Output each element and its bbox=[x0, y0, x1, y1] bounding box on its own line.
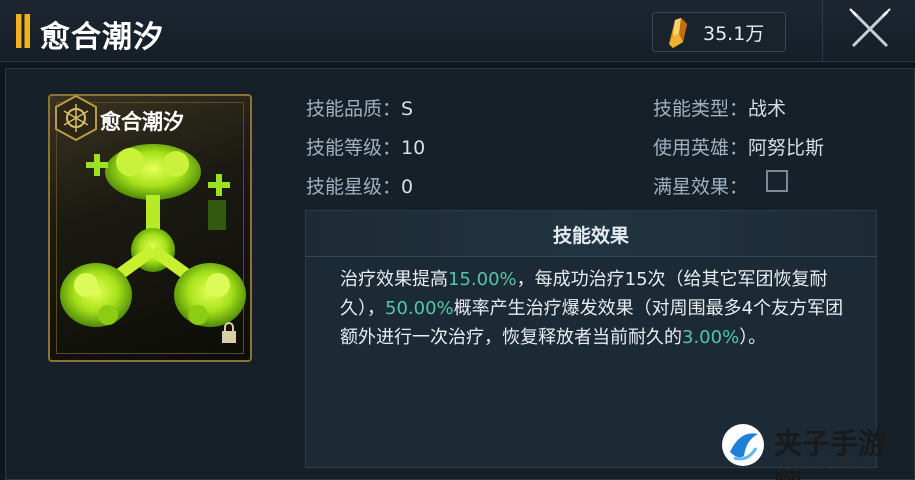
max-star-checkbox[interactable] bbox=[766, 170, 788, 192]
info-hero: 使用英雄：阿努比斯 bbox=[653, 133, 824, 160]
effect-header: 技能效果 bbox=[306, 211, 876, 257]
effect-text-part: ）。 bbox=[739, 327, 767, 348]
close-button[interactable] bbox=[845, 6, 895, 52]
info-quality: 技能品质：S bbox=[306, 94, 413, 121]
info-type: 技能类型：战术 bbox=[653, 94, 786, 121]
title-accent-bar bbox=[16, 14, 30, 48]
currency-value: 35.1万 bbox=[703, 22, 765, 45]
effect-highlight: 50.00% bbox=[385, 298, 454, 319]
effect-description: 治疗效果提高15.00%，每成功治疗15次（给其它军团恢复耐久），50.00%概… bbox=[340, 265, 860, 352]
currency-display[interactable]: 35.1万 bbox=[652, 12, 786, 52]
top-bar: 愈合潮汐 35.1万 bbox=[0, 0, 915, 62]
effect-title: 技能效果 bbox=[552, 225, 629, 247]
info-label: 技能星级： bbox=[306, 176, 402, 198]
crystal-icon bbox=[669, 18, 687, 48]
effect-text-part: 治疗效果提高 bbox=[340, 269, 448, 290]
green-slime-art bbox=[60, 144, 246, 327]
watermark-url: jzguide.com bbox=[778, 458, 873, 472]
info-label: 技能类型： bbox=[653, 98, 749, 120]
info-label: 技能品质： bbox=[306, 98, 402, 120]
info-value: S bbox=[401, 98, 414, 120]
lock-icon bbox=[222, 322, 236, 343]
info-max-star: 满星效果： bbox=[653, 172, 748, 199]
info-value: 战术 bbox=[748, 98, 787, 120]
page-title: 愈合潮汐 bbox=[40, 20, 164, 55]
info-star: 技能星级：0 bbox=[306, 172, 413, 199]
info-label: 使用英雄： bbox=[653, 137, 749, 159]
watermark: 夹子手游网 jzguide.com bbox=[712, 418, 912, 480]
close-icon bbox=[849, 8, 891, 48]
info-label: 满星效果： bbox=[653, 176, 749, 198]
info-value: 10 bbox=[401, 137, 426, 159]
divider bbox=[822, 0, 823, 62]
info-value: 0 bbox=[401, 176, 414, 198]
card-title: 愈合潮汐 bbox=[100, 109, 184, 134]
info-label: 技能等级： bbox=[306, 137, 402, 159]
info-level: 技能等级：10 bbox=[306, 133, 425, 160]
effect-highlight: 3.00% bbox=[682, 327, 740, 348]
effect-highlight: 15.00% bbox=[448, 269, 517, 290]
watermark-logo-icon bbox=[722, 424, 764, 466]
info-value: 阿努比斯 bbox=[748, 137, 825, 159]
hexagon-emblem-icon bbox=[55, 94, 97, 142]
